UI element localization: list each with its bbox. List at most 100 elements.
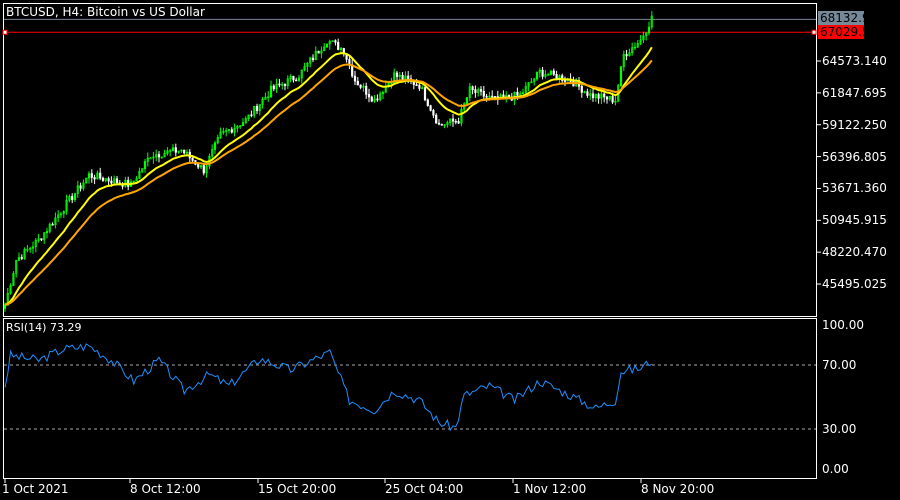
candle-body	[110, 180, 113, 184]
ask-price-tag: 68132.962	[818, 11, 885, 25]
candle-body	[272, 85, 275, 90]
ma-fast-line	[4, 46, 653, 306]
candle-body	[115, 178, 119, 184]
candle-body	[586, 91, 589, 96]
candle-body	[370, 96, 373, 102]
candle-body	[20, 257, 23, 259]
price-axis-label: 61847.695	[822, 85, 887, 100]
candle-body	[426, 99, 429, 106]
candle-body	[90, 173, 93, 178]
candle-body	[429, 105, 432, 111]
candle-body	[605, 96, 609, 100]
candle-body	[93, 177, 96, 180]
candle-body	[278, 83, 281, 86]
candle-body	[295, 79, 298, 82]
candle-body	[250, 114, 253, 117]
hline-price-tag[interactable]: 67029.573	[818, 25, 885, 39]
candle-body	[603, 93, 606, 98]
candle-body	[376, 98, 379, 101]
candle-body	[485, 95, 488, 98]
candle-body	[317, 51, 320, 54]
price-axis-label: 56396.805	[822, 149, 887, 164]
time-label: 1 Nov 12:00	[513, 482, 587, 496]
candle-body	[191, 157, 194, 161]
candle-body	[99, 172, 102, 179]
candle-body	[353, 75, 357, 82]
candle-body	[401, 75, 404, 81]
candle-body	[395, 72, 399, 77]
candle-body	[474, 89, 477, 93]
candle-body	[79, 185, 82, 189]
price-axis-label: 45495.025	[822, 277, 887, 292]
candle-body	[51, 223, 54, 226]
time-label: 1 Oct 2021	[2, 482, 69, 496]
candle-body	[230, 129, 233, 133]
candle-body	[432, 110, 435, 116]
candle-body	[101, 177, 105, 181]
rsi-level-70: 70.00	[822, 358, 857, 372]
candle-body	[292, 76, 295, 81]
candle-body	[437, 122, 441, 125]
time-label: 8 Nov 20:00	[641, 482, 715, 496]
candle-body	[351, 64, 354, 77]
chart-canvas[interactable]	[0, 0, 900, 500]
candle-body	[283, 83, 287, 86]
candle-body	[591, 93, 595, 99]
candle-body	[423, 87, 427, 101]
candle-body	[337, 41, 340, 50]
candle-body	[359, 84, 362, 88]
rsi-title: RSI(14) 73.29	[6, 321, 82, 334]
time-label: 8 Oct 12:00	[130, 482, 201, 496]
candle-body	[202, 165, 205, 174]
candle-body	[482, 90, 485, 97]
price-axis-label: 48220.470	[822, 245, 887, 260]
price-axis-label: 59122.250	[822, 117, 887, 132]
candle-body	[435, 114, 438, 124]
rsi-pane-border	[3, 318, 817, 479]
hline-handle-right	[811, 29, 817, 35]
main-pane-border	[3, 3, 817, 317]
candle-body	[479, 89, 483, 92]
candle-body	[365, 85, 368, 95]
price-axis-label: 50945.915	[822, 213, 887, 228]
candle-body	[457, 121, 460, 124]
rsi-level-0: 0.00	[822, 462, 849, 476]
hline-handle-left	[2, 29, 8, 35]
price-axis-label: 53671.360	[822, 181, 887, 196]
candle-body	[491, 95, 494, 98]
candle-body	[174, 147, 177, 153]
candle-body	[418, 84, 421, 89]
candle-body	[471, 86, 474, 90]
candle-body	[580, 86, 583, 93]
candle-body	[71, 196, 74, 201]
time-label: 25 Oct 04:00	[385, 482, 464, 496]
candle-body	[149, 157, 152, 160]
candle-body	[440, 123, 443, 126]
chart-title: BTCUSD, H4: Bitcoin vs US Dollar	[6, 5, 205, 19]
candle-body	[407, 75, 410, 80]
candle-body	[334, 40, 337, 43]
candle-body	[157, 154, 161, 158]
candle-body	[40, 238, 43, 241]
candle-body	[611, 95, 614, 103]
candle-body	[597, 93, 600, 99]
candle-body	[451, 118, 455, 122]
candle-body	[541, 69, 544, 77]
candle-body	[255, 106, 259, 112]
time-label: 15 Oct 20:00	[258, 482, 337, 496]
candle-body	[454, 120, 457, 123]
candle-body	[563, 80, 567, 82]
candle-body	[415, 84, 418, 86]
rsi-level-100: 100.00	[822, 318, 864, 332]
rsi-line	[4, 343, 653, 432]
candle-body	[311, 57, 315, 61]
candle-body	[183, 149, 186, 154]
candle-body	[107, 178, 110, 182]
price-axis-label: 64573.140	[822, 54, 887, 68]
rsi-level-30: 30.00	[822, 422, 857, 436]
candle-body	[356, 80, 359, 86]
candle-body	[516, 91, 519, 96]
ma-slow-line	[4, 59, 653, 307]
candle-body	[197, 164, 200, 168]
candle-body	[367, 94, 371, 98]
